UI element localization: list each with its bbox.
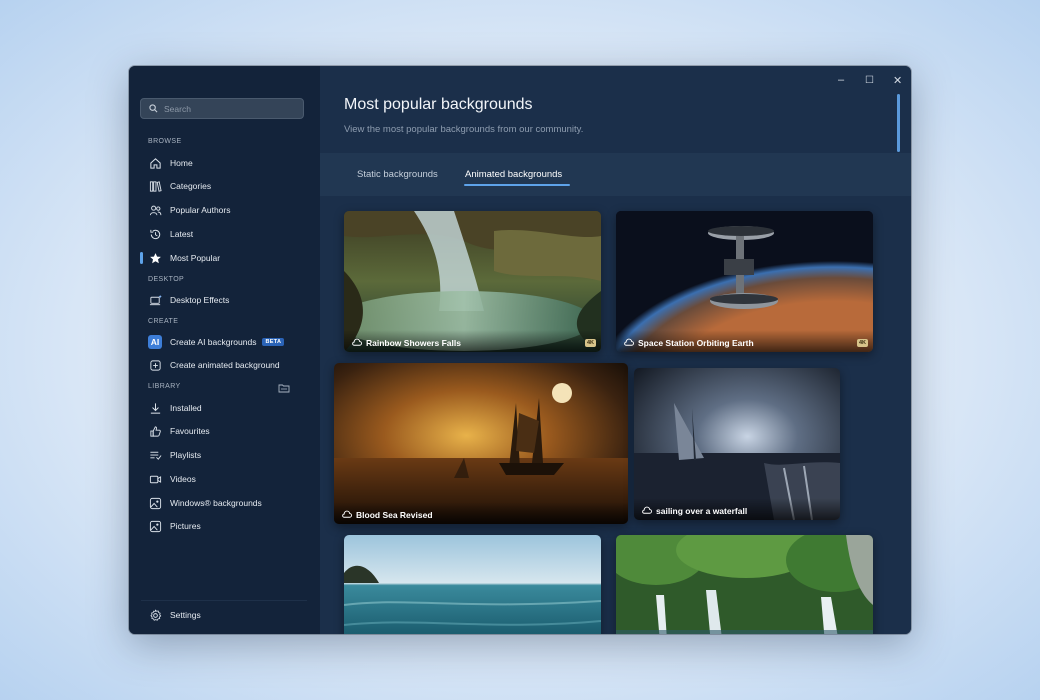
- tab-static-backgrounds[interactable]: Static backgrounds: [357, 169, 438, 180]
- cloud-icon: [352, 338, 362, 346]
- beta-badge: BETA: [262, 338, 285, 346]
- background-card[interactable]: [616, 535, 873, 634]
- home-icon: [148, 156, 162, 170]
- sidebar-item-categories[interactable]: Categories: [141, 175, 307, 197]
- sidebar-item-latest[interactable]: Latest: [141, 223, 307, 245]
- active-tab-indicator: [464, 184, 570, 186]
- search-icon: [149, 104, 158, 113]
- sidebar-item-label: Latest: [170, 229, 194, 239]
- folder-icon[interactable]: [278, 382, 290, 394]
- pirate-ship-thumbnail: [334, 363, 628, 524]
- download-icon: [148, 401, 162, 415]
- sidebar-item-label: Home: [170, 158, 193, 168]
- picture-icon: [148, 519, 162, 533]
- sidebar-item-label: Popular Authors: [170, 205, 231, 215]
- people-icon: [148, 203, 162, 217]
- sidebar-item-label: Videos: [170, 474, 196, 484]
- section-browse: BROWSE: [148, 138, 182, 145]
- video-camera-icon: [148, 472, 162, 486]
- gear-icon: [148, 608, 162, 622]
- 4k-badge: 4K: [856, 339, 868, 347]
- card-title: Space Station Orbiting Earth: [638, 337, 754, 348]
- sidebar-item-playlists[interactable]: Playlists: [141, 444, 307, 466]
- sidebar-item-windows-backgrounds[interactable]: Windows® backgrounds: [141, 492, 307, 514]
- card-title: Blood Sea Revised: [356, 509, 433, 520]
- tab-bar: Static backgrounds Animated backgrounds: [320, 153, 911, 196]
- sidebar-item-create-animated[interactable]: Create animated background: [141, 354, 307, 376]
- app-window: Search BROWSE Home Categories Popular Au…: [129, 66, 911, 634]
- background-card[interactable]: sailing over a waterfall: [634, 368, 840, 520]
- search-placeholder: Search: [164, 103, 191, 114]
- section-create: CREATE: [148, 318, 179, 325]
- ai-icon: AI: [148, 335, 162, 349]
- card-title: Rainbow Showers Falls: [366, 337, 461, 348]
- sidebar-item-home[interactable]: Home: [141, 152, 307, 174]
- sidebar-item-label: Windows® backgrounds: [170, 498, 262, 508]
- section-desktop: DESKTOP: [148, 276, 185, 283]
- forest-waterfall-thumbnail: [616, 535, 873, 634]
- laptop-sparkle-icon: [148, 293, 162, 307]
- thumbs-up-icon: [148, 424, 162, 438]
- card-title: sailing over a waterfall: [656, 505, 748, 516]
- scrollbar[interactable]: [897, 94, 900, 152]
- sidebar-item-desktop-effects[interactable]: Desktop Effects: [141, 289, 307, 311]
- history-icon: [148, 227, 162, 241]
- star-icon: [148, 251, 162, 265]
- playlist-icon: [148, 448, 162, 462]
- sidebar-item-settings[interactable]: Settings: [141, 604, 307, 626]
- sidebar-item-label: Installed: [170, 403, 202, 413]
- sidebar-item-label: Pictures: [170, 521, 201, 531]
- minimize-button[interactable]: –: [838, 74, 844, 86]
- sidebar-item-favourites[interactable]: Favourites: [141, 420, 307, 442]
- cloud-icon: [642, 506, 652, 514]
- sidebar-item-create-ai[interactable]: AI Create AI backgrounds BETA: [141, 331, 307, 353]
- section-library: LIBRARY: [148, 383, 181, 390]
- background-card[interactable]: Space Station Orbiting Earth 4K: [616, 211, 873, 352]
- cloud-icon: [624, 338, 634, 346]
- sidebar-item-label: Playlists: [170, 450, 202, 460]
- sidebar-item-most-popular[interactable]: Most Popular: [140, 247, 307, 269]
- maximize-button[interactable]: ☐: [865, 75, 874, 86]
- sidebar-item-popular-authors[interactable]: Popular Authors: [141, 199, 307, 221]
- 4k-badge: 4K: [584, 339, 596, 347]
- page-subtitle: View the most popular backgrounds from o…: [344, 124, 584, 135]
- library-books-icon: [148, 179, 162, 193]
- sidebar-item-label: Most Popular: [170, 253, 221, 263]
- close-button[interactable]: ✕: [893, 74, 902, 87]
- tab-animated-backgrounds[interactable]: Animated backgrounds: [465, 169, 562, 180]
- background-card[interactable]: Blood Sea Revised: [334, 363, 628, 524]
- sidebar-item-label: Desktop Effects: [170, 295, 230, 305]
- sidebar-item-label: Create AI backgrounds: [170, 337, 257, 347]
- sidebar: Search BROWSE Home Categories Popular Au…: [129, 66, 321, 634]
- cloud-icon: [342, 510, 352, 518]
- sidebar-item-label: Favourites: [170, 426, 210, 436]
- sidebar-item-installed[interactable]: Installed: [141, 397, 307, 419]
- sidebar-item-pictures[interactable]: Pictures: [141, 515, 307, 537]
- sidebar-item-label: Settings: [170, 610, 201, 620]
- divider: [141, 600, 307, 601]
- sidebar-item-label: Categories: [170, 181, 212, 191]
- sidebar-item-videos[interactable]: Videos: [141, 468, 307, 490]
- search-input[interactable]: Search: [140, 98, 304, 119]
- add-square-icon: [148, 358, 162, 372]
- background-card[interactable]: [344, 535, 601, 634]
- main-content: – ☐ ✕ Most popular backgrounds View the …: [320, 66, 911, 634]
- background-card[interactable]: Rainbow Showers Falls 4K: [344, 211, 601, 352]
- ocean-thumbnail: [344, 535, 601, 634]
- sidebar-item-label: Create animated background: [170, 360, 280, 370]
- page-title: Most popular backgrounds: [344, 96, 533, 113]
- image-icon: [148, 496, 162, 510]
